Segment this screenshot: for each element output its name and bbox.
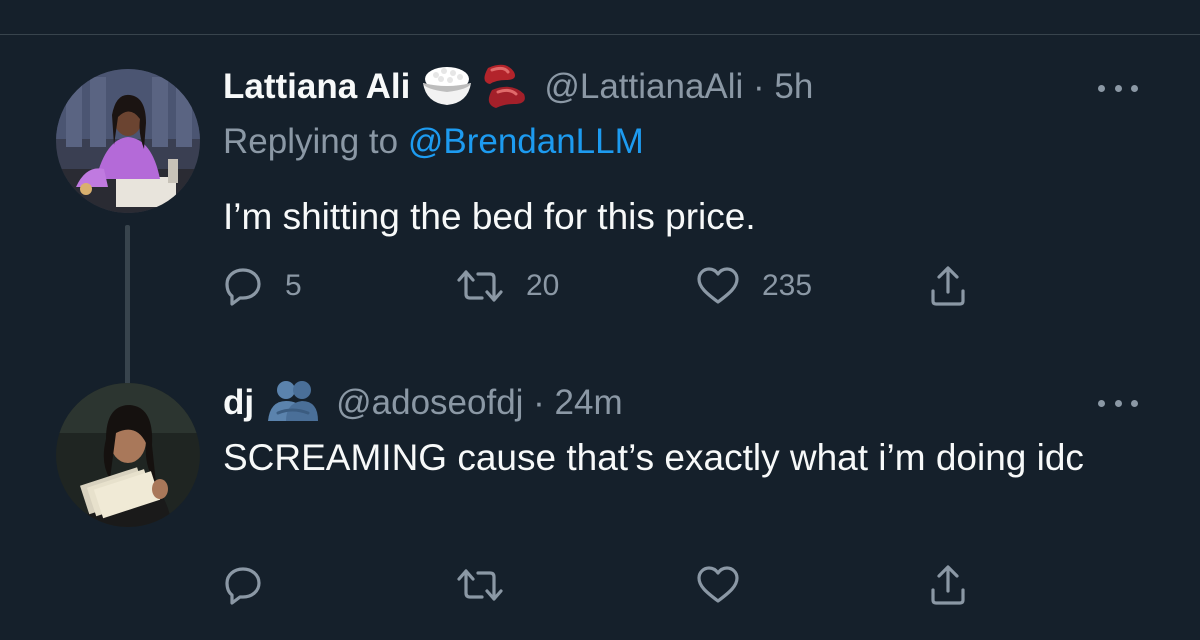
like-icon — [697, 566, 739, 603]
handle-and-time[interactable]: @adoseofdj · 24m — [336, 383, 623, 423]
share-button[interactable] — [928, 263, 968, 309]
replying-to-label: Replying to — [223, 122, 408, 161]
reply-icon — [225, 268, 261, 306]
replying-to-line: Replying to @BrendanLLM — [223, 122, 644, 162]
handle-and-time[interactable]: @LattianaAli · 5h — [544, 67, 813, 107]
replying-to-mention[interactable]: @BrendanLLM — [408, 122, 644, 161]
like-icon — [697, 267, 739, 304]
top-divider — [0, 34, 1200, 35]
retweet-icon — [457, 270, 503, 302]
retweet-count: 20 — [526, 269, 560, 302]
reply-count: 5 — [285, 269, 302, 302]
like-button[interactable] — [696, 562, 740, 608]
retweet-button[interactable] — [456, 562, 504, 608]
more-icon[interactable] — [1098, 78, 1138, 98]
tweet-header: dj @adoseofdj · 24m — [223, 378, 623, 428]
more-icon[interactable] — [1098, 393, 1138, 413]
rice-bowl-emoji-icon — [420, 63, 474, 112]
tweet-dj[interactable]: dj @adoseofdj · 24m SCREAMING cause that… — [0, 375, 1200, 640]
kidney-beans-emoji-icon — [478, 60, 530, 115]
reply-icon — [225, 567, 261, 605]
share-button[interactable] — [928, 562, 968, 608]
share-icon — [931, 266, 965, 306]
tweet-lattiana-ali[interactable]: Lattiana Ali @LattianaAli · 5h Replying … — [0, 60, 1200, 431]
tweet-header: Lattiana Ali @LattianaAli · 5h — [223, 62, 813, 112]
retweet-icon — [457, 569, 503, 601]
people-hugging-emoji-icon — [264, 379, 322, 428]
retweet-button[interactable]: 20 — [456, 263, 559, 309]
avatar-lattiana-ali[interactable] — [56, 69, 200, 213]
tweet-text: I’m shitting the bed for this price. — [223, 196, 756, 237]
display-name[interactable]: Lattiana Ali — [223, 67, 410, 107]
reply-button[interactable] — [223, 562, 263, 608]
avatar-dj[interactable] — [56, 383, 200, 527]
reply-button[interactable]: 5 — [223, 263, 302, 309]
tweet-actions — [223, 562, 983, 608]
display-name[interactable]: dj — [223, 383, 254, 423]
tweet-actions: 5 20 235 — [223, 263, 983, 309]
tweet-text: SCREAMING cause that’s exactly what i’m … — [223, 437, 1084, 478]
like-count: 235 — [762, 269, 813, 302]
share-icon — [931, 565, 965, 605]
like-button[interactable]: 235 — [696, 263, 812, 309]
